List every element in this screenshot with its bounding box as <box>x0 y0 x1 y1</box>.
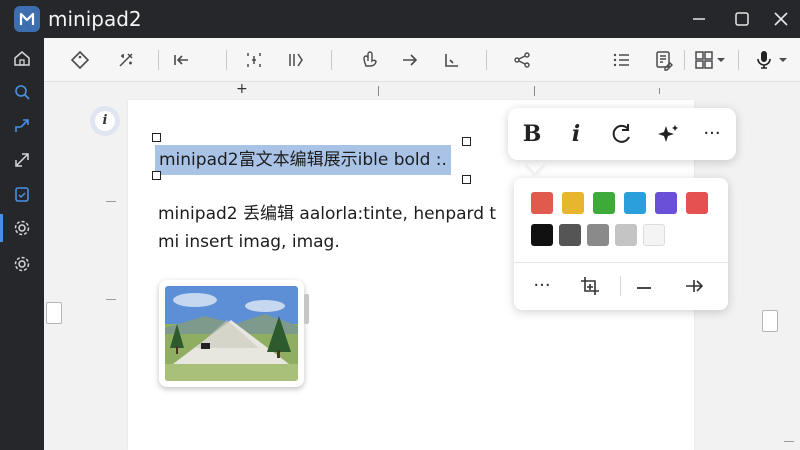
frame-icon[interactable] <box>242 48 266 72</box>
sidebar-item-settings[interactable] <box>0 210 44 246</box>
sidebar-item-resize[interactable] <box>0 142 44 178</box>
color-more-button[interactable]: ··· <box>528 272 556 300</box>
landscape-image <box>165 286 298 381</box>
tag-icon[interactable] <box>68 48 92 72</box>
color-swatch[interactable] <box>643 224 665 246</box>
home-icon <box>14 51 30 66</box>
gear-icon <box>14 220 30 236</box>
sidebar-item-home[interactable] <box>0 40 44 76</box>
color-swatch[interactable] <box>686 192 708 214</box>
selection-handle-bl[interactable] <box>152 171 161 180</box>
toolbar <box>44 38 800 82</box>
bold-button[interactable]: B <box>518 120 546 148</box>
document-edit-icon[interactable] <box>652 48 676 72</box>
redo-icon[interactable] <box>608 120 636 148</box>
close-icon[interactable] <box>770 8 792 30</box>
arrow-left-bar-icon[interactable] <box>170 48 194 72</box>
info-icon[interactable]: i <box>90 106 120 136</box>
maximize-icon[interactable] <box>731 8 753 30</box>
color-picker-popup: ··· <box>514 178 728 310</box>
sidebar-item-share[interactable] <box>0 108 44 144</box>
color-swatch[interactable] <box>615 224 637 246</box>
app-logo-icon <box>14 6 40 32</box>
ruler-add-icon[interactable]: + <box>236 81 248 97</box>
list-icon[interactable] <box>610 48 634 72</box>
color-swatch[interactable] <box>624 192 646 214</box>
left-resize-handle[interactable] <box>46 302 62 324</box>
sidebar-item-settings-2[interactable] <box>0 246 44 282</box>
color-swatch[interactable] <box>531 224 553 246</box>
selection-handle-tr[interactable] <box>462 137 471 146</box>
chevron-down-icon[interactable] <box>776 48 790 72</box>
minimize-icon[interactable] <box>688 8 710 30</box>
selection-handle-br[interactable] <box>462 175 471 184</box>
sidebar-item-clipboard[interactable] <box>0 176 44 212</box>
sidebar-item-search[interactable] <box>0 74 44 110</box>
image-resize-handle[interactable] <box>304 294 309 324</box>
italic-button[interactable]: i <box>562 120 590 148</box>
wand-icon[interactable] <box>114 48 138 72</box>
more-options-button[interactable]: ··· <box>698 120 726 148</box>
color-swatch[interactable] <box>559 224 581 246</box>
microphone-icon[interactable] <box>752 48 776 72</box>
minus-icon[interactable] <box>630 272 658 300</box>
chevron-down-icon[interactable] <box>714 48 728 72</box>
color-swatch[interactable] <box>655 192 677 214</box>
gear-icon <box>14 256 30 272</box>
app-title: minipad2 <box>48 7 142 31</box>
hand-icon[interactable] <box>358 48 382 72</box>
color-swatch[interactable] <box>587 224 609 246</box>
clipboard-icon <box>15 187 29 202</box>
sidebar <box>0 38 44 450</box>
paragraph-line-3[interactable]: mi insert imag, imag. <box>158 232 340 252</box>
color-swatch[interactable] <box>593 192 615 214</box>
arrow-right-icon[interactable] <box>398 48 422 72</box>
resize-icon <box>15 153 29 167</box>
grid-icon[interactable] <box>692 48 716 72</box>
paragraph-line-2[interactable]: minipad2 丢编辑 aalorla:tinte, henpard t <box>158 199 496 224</box>
columns-icon[interactable] <box>284 48 308 72</box>
arrow-right-bar-icon[interactable] <box>680 272 708 300</box>
format-popup: B i ··· <box>508 108 736 160</box>
share-node-icon[interactable] <box>510 48 534 72</box>
search-icon <box>15 85 30 100</box>
selection-handle-tl[interactable] <box>152 133 161 142</box>
inserted-image[interactable] <box>159 280 304 387</box>
ruler: + <box>44 81 800 100</box>
color-swatch[interactable] <box>562 192 584 214</box>
share-icon <box>15 119 29 132</box>
selected-text-line[interactable]: minipad2富文本编辑展示ible bold :. <box>155 145 451 175</box>
color-swatch[interactable] <box>531 192 553 214</box>
chart-icon[interactable] <box>440 48 464 72</box>
title-bar: minipad2 <box>0 0 800 38</box>
sparkle-icon[interactable] <box>654 120 682 148</box>
crop-add-icon[interactable] <box>576 272 604 300</box>
right-resize-handle[interactable] <box>762 310 778 332</box>
